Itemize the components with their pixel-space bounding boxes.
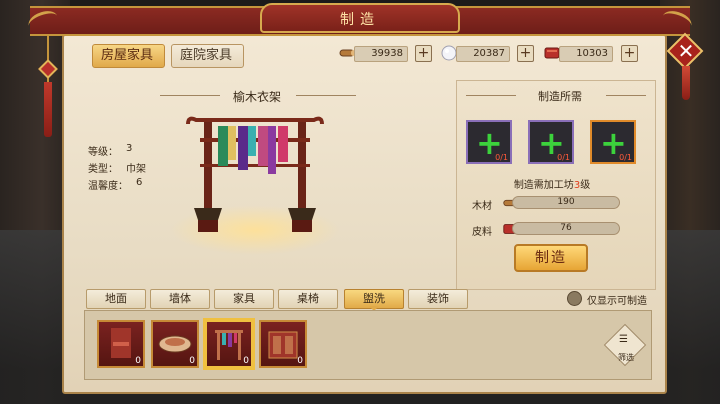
recipe-divider-left <box>466 95 516 96</box>
divider-right <box>296 95 356 96</box>
stat-level: 等级： 3 <box>88 143 132 158</box>
material-label-leather: 皮料 <box>472 227 492 238</box>
add-pearl-button[interactable]: + <box>517 45 534 62</box>
craftable-only-label: 仅显示可制造 <box>587 296 647 307</box>
towel-rack-icon <box>186 116 324 232</box>
furniture-item-2[interactable]: 0 <box>151 320 199 368</box>
slot-count: 0/1 <box>495 153 508 162</box>
stat-label: 温馨度： <box>88 181 128 192</box>
item-count: 0 <box>297 356 303 366</box>
filter-label: 筛选 <box>618 353 634 362</box>
category-floor[interactable]: 地面 <box>86 289 146 309</box>
tab-courtyard-furniture[interactable]: 庭院家具 <box>171 44 244 68</box>
stat-type: 类型： 巾架 <box>88 160 146 175</box>
tab-house-furniture[interactable]: 房屋家具 <box>92 44 165 68</box>
leather-amount: 10303 <box>559 46 613 62</box>
craftable-only-toggle[interactable] <box>567 291 582 306</box>
slot-count: 0/1 <box>557 153 570 162</box>
stat-value: 6 <box>136 177 143 188</box>
item-count: 0 <box>189 356 195 366</box>
recipe-slot-2[interactable]: + 0/1 <box>528 120 574 164</box>
close-tassel <box>682 66 690 100</box>
stat-value: 3 <box>126 143 133 154</box>
category-wall[interactable]: 墙体 <box>150 289 210 309</box>
stat-comfort: 温馨度： 6 <box>88 177 142 192</box>
recipe-slot-3[interactable]: + 0/1 <box>590 120 636 164</box>
item-name: 榆木衣架 <box>232 90 281 104</box>
category-tables-chairs[interactable]: 桌椅 <box>278 289 338 309</box>
tassel-tail <box>44 82 52 137</box>
material-label-wood: 木材 <box>472 201 492 212</box>
stat-label: 等级： <box>88 147 118 158</box>
material-amount-wood: 190 <box>512 196 620 209</box>
stat-value: 巾架 <box>126 164 146 175</box>
workshop-prefix: 制造需加工坊 <box>513 180 574 191</box>
recipe-title: 制造所需 <box>538 90 582 103</box>
category-furniture[interactable]: 家具 <box>214 289 274 309</box>
wood-amount: 39938 <box>354 46 408 62</box>
item-count: 0 <box>135 356 141 366</box>
furniture-item-4[interactable]: 0 <box>259 320 307 368</box>
pearl-amount: 20387 <box>456 46 510 62</box>
divider-left <box>160 95 220 96</box>
furniture-item-3[interactable]: 0 <box>205 320 253 368</box>
add-leather-button[interactable]: + <box>621 45 638 62</box>
workshop-requirement: 制造需加工坊3级 <box>492 176 612 191</box>
close-icon[interactable]: ✕ <box>674 37 698 65</box>
material-amount-leather: 76 <box>512 222 620 235</box>
category-decoration[interactable]: 装饰 <box>408 289 468 309</box>
window-title: 制造 <box>340 12 380 28</box>
filter-list-icon: ☰ <box>619 334 628 345</box>
slot-count: 0/1 <box>619 153 632 162</box>
furniture-item-1[interactable]: 0 <box>97 320 145 368</box>
workshop-suffix: 级 <box>580 180 591 191</box>
stat-label: 类型： <box>88 164 118 175</box>
item-count: 0 <box>243 356 249 366</box>
craft-button[interactable]: 制造 <box>514 244 588 272</box>
add-wood-button[interactable]: + <box>415 45 432 62</box>
recipe-divider-right <box>606 95 646 96</box>
recipe-slot-1[interactable]: + 0/1 <box>466 120 512 164</box>
